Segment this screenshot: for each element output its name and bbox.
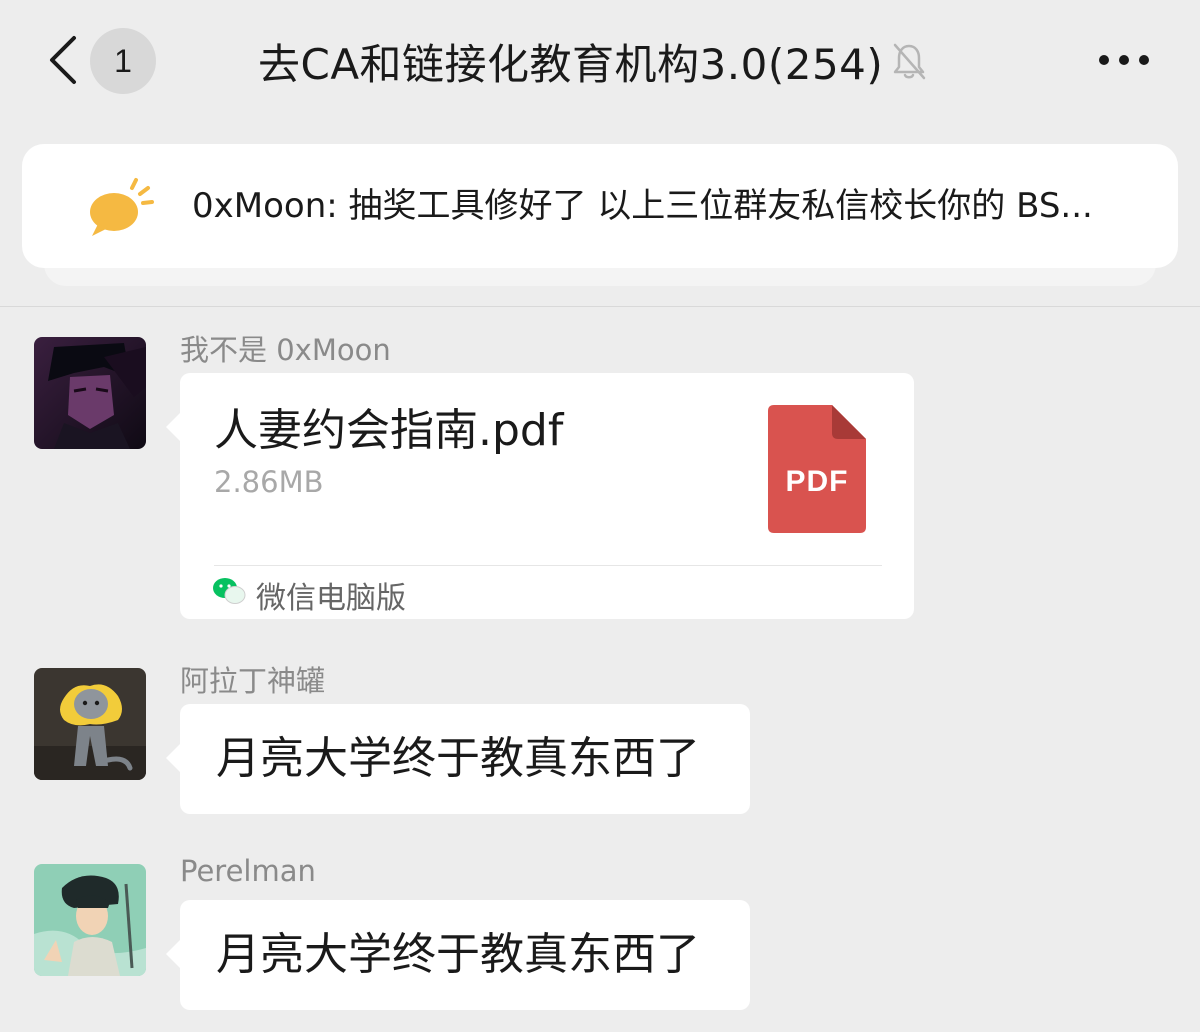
sender-name: 我不是 0xMoon [180, 333, 391, 367]
file-message-card[interactable]: 人妻约会指南.pdf 2.86MB PDF 微信电脑版 [166, 373, 914, 619]
message-bubble[interactable]: 月亮大学终于教真东西了 [166, 900, 750, 1010]
chat-header: 1 去CA和链接化教育机构3.0(254) [0, 0, 1200, 120]
avatar[interactable] [34, 668, 146, 780]
pinned-message-banner[interactable]: 0xMoon: 抽奖工具修好了 以上三位群友私信校长你的 BS... [22, 144, 1178, 268]
sender-name: Perelman [180, 854, 316, 888]
bell-muted-icon [891, 41, 927, 81]
pdf-icon-label: PDF [785, 465, 849, 498]
message-bubble[interactable]: 月亮大学终于教真东西了 [166, 704, 750, 814]
file-size: 2.86MB [214, 465, 324, 499]
chevron-left-icon [50, 36, 76, 84]
file-name: 人妻约会指南.pdf [214, 405, 564, 456]
sender-name: 阿拉丁神罐 [180, 664, 326, 698]
chat-title-area[interactable]: 去CA和链接化教育机构3.0(254) [258, 28, 998, 94]
file-source-label: 微信电脑版 [256, 581, 406, 616]
card-divider [214, 565, 882, 566]
speech-bubble-icon [90, 178, 154, 236]
wechat-logo-icon [213, 578, 246, 604]
ellipsis-icon [1099, 55, 1149, 65]
back-button[interactable] [38, 30, 88, 90]
message-text: 月亮大学终于教真东西了 [216, 929, 700, 980]
avatar[interactable] [34, 864, 146, 976]
unread-count-badge[interactable]: 1 [90, 28, 156, 94]
pdf-file-icon: PDF [768, 405, 866, 533]
message-text: 月亮大学终于教真东西了 [216, 733, 700, 784]
more-options-button[interactable] [1094, 40, 1154, 80]
pinned-message-text: 0xMoon: 抽奖工具修好了 以上三位群友私信校长你的 BS... [192, 186, 1093, 226]
chat-title: 去CA和链接化教育机构3.0(254) [258, 39, 884, 89]
section-divider [0, 306, 1200, 307]
avatar[interactable] [34, 337, 146, 449]
